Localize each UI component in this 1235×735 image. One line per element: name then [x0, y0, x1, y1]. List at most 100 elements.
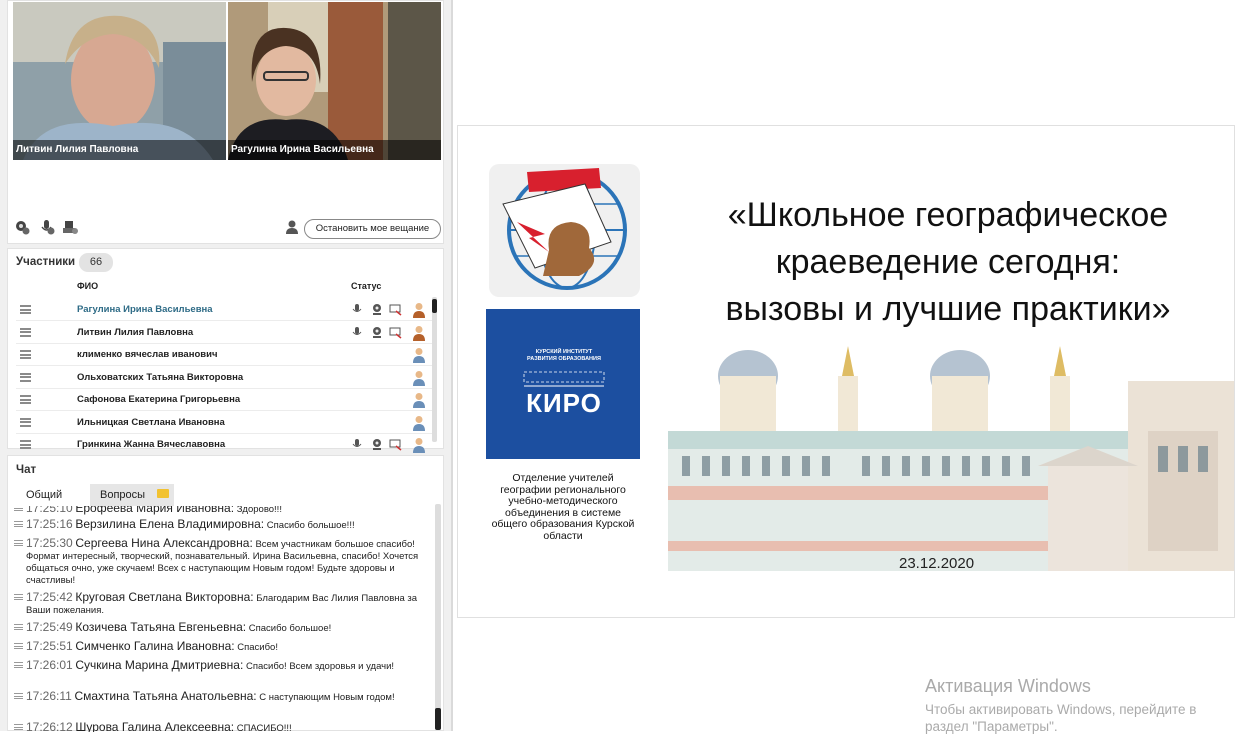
row-menu-icon[interactable]: [20, 305, 31, 314]
windows-activation-text: Чтобы активировать Windows, перейдите в …: [925, 702, 1197, 734]
participant-row[interactable]: Гринкина Жанна Вячеславовна: [16, 434, 434, 456]
column-header-name: ФИО: [77, 281, 99, 291]
participant-name: Рагулина Ирина Васильевна: [77, 304, 213, 315]
mic-status-icon: [352, 439, 362, 447]
video-tile-1[interactable]: Литвин Лилия Павловна: [13, 2, 226, 160]
panel-divider[interactable]: [451, 0, 453, 731]
chat-scrollbar[interactable]: [435, 504, 441, 730]
message-text: Спасибо!: [237, 642, 278, 653]
microphone-icon[interactable]: [39, 219, 55, 235]
message-time: 17:25:51: [26, 639, 73, 653]
participant-row[interactable]: клименко вячеслав иванович: [16, 344, 434, 366]
chat-message: 17:25:30 Сергеева Нина Александровна: Вс…: [14, 537, 433, 587]
message-time: 17:25:49: [26, 620, 73, 634]
video-panel: Литвин Лилия Павловна Рагулина Ирина Вас…: [7, 0, 444, 244]
message-menu-icon[interactable]: [14, 521, 23, 527]
participant-name: Ольховатских Татьяна Викторовна: [77, 371, 244, 383]
chat-title: Чат: [16, 464, 37, 476]
mail-icon: [157, 489, 169, 498]
participant-row[interactable]: Ильницкая Светлана Ивановна: [16, 412, 434, 434]
slide-date: 23.12.2020: [899, 555, 975, 572]
chat-message: 17:25:49 Козичева Татьяна Евгеньевна: Сп…: [14, 621, 433, 635]
user-role-icon: [413, 303, 425, 318]
geography-association-logo: [489, 164, 640, 297]
user-role-icon: [413, 393, 425, 408]
message-author: Смахтина Татьяна Анатольевна:: [74, 689, 257, 703]
row-menu-icon[interactable]: [20, 440, 31, 449]
slide-title-line-3: вызовы и лучшие практики»: [725, 290, 1171, 328]
screen-status-icon: [389, 439, 402, 451]
message-author: Круговая Светлана Викторовна:: [75, 590, 254, 604]
user-role-icon: [413, 370, 425, 386]
message-menu-icon[interactable]: [14, 724, 23, 730]
message-text: Спасибо большое!!!: [266, 520, 355, 531]
participant-name: клименко вячеслав иванович: [77, 349, 218, 360]
message-menu-icon[interactable]: [14, 540, 23, 546]
user-role-icon: [413, 325, 425, 341]
chat-messages: 17:25:10 Ерофеева Мария Ивановна: Здоров…: [8, 506, 433, 732]
participants-title: Участники: [16, 256, 76, 268]
participant-row[interactable]: Ольховатских Татьяна Викторовна: [16, 367, 434, 389]
row-menu-icon[interactable]: [20, 327, 31, 337]
participants-scrollbar[interactable]: [432, 297, 437, 442]
chat-message: 17:25:51 Симченко Галина Ивановна: Спаси…: [14, 640, 433, 654]
chat-panel: Чат Общий Вопросы 17:25:10 Ерофеева Мари…: [7, 455, 444, 732]
chat-message: 17:25:16 Верзилина Елена Владимировна: С…: [14, 518, 433, 532]
tab-general[interactable]: Общий: [16, 484, 84, 506]
message-menu-icon[interactable]: [14, 594, 23, 600]
user-role-icon: [413, 348, 425, 363]
message-author: Козичева Татьяна Евгеньевна:: [75, 620, 247, 634]
participant-name: Ильницкая Светлана Ивановна: [77, 416, 225, 428]
row-menu-icon[interactable]: [20, 417, 31, 427]
message-menu-icon[interactable]: [14, 662, 23, 668]
message-menu-icon[interactable]: [14, 506, 23, 511]
webcam-icon[interactable]: [14, 219, 30, 235]
left-panel: Литвин Лилия Павловна Рагулина Ирина Вас…: [0, 0, 451, 732]
column-header-status: Статус: [351, 281, 382, 291]
participant-row[interactable]: Сафонова Екатерина Григорьевна: [16, 389, 434, 411]
stop-broadcast-button[interactable]: Остановить мое вещание: [304, 219, 441, 239]
windows-activation-title: Активация Windows: [925, 676, 1091, 696]
video-tile-2[interactable]: Рагулина Ирина Васильевна: [228, 2, 441, 160]
video-name-2: Рагулина Ирина Васильевна: [228, 140, 441, 160]
message-time: 17:26:11: [26, 689, 72, 703]
message-text: Спасибо! Всем здоровья и удачи!: [245, 661, 395, 672]
chat-message: 17:26:11 Смахтина Татьяна Анатольевна: С…: [14, 690, 433, 704]
message-time: 17:26:12: [26, 720, 73, 732]
video-feed-1: [13, 2, 226, 160]
slide-title-line-1: «Школьное географическое: [727, 196, 1169, 234]
participant-row[interactable]: Рагулина Ирина Васильевна: [16, 299, 434, 321]
message-time: 17:25:30: [26, 536, 73, 550]
message-time: 17:25:16: [26, 517, 73, 531]
presentation-slide: КУРСКИЙ ИНСТИТУТ РАЗВИТИЯ ОБРАЗОВАНИЯ КИ…: [457, 125, 1235, 618]
row-menu-icon[interactable]: [20, 395, 31, 404]
city-buildings-illustration: [668, 346, 1234, 571]
chat-message: 17:26:01 Сучкина Марина Дмитриевна: Спас…: [14, 659, 433, 673]
mic-status-icon: [352, 326, 362, 335]
message-menu-icon[interactable]: [14, 643, 23, 649]
message-author: Ерофеева Мария Ивановна:: [75, 506, 235, 515]
message-menu-icon[interactable]: [14, 624, 23, 630]
chat-message: 17:25:10 Ерофеева Мария Ивановна: Здоров…: [14, 506, 433, 516]
user-icon: [286, 220, 298, 234]
chat-message: 17:26:12 Шурова Галина Алексеевна: СПАСИ…: [14, 721, 433, 732]
message-text: Здорово!!!: [236, 506, 282, 515]
speaker-icon[interactable]: [62, 219, 78, 235]
message-text: Спасибо большое!: [248, 623, 332, 634]
screen-status-icon: [389, 304, 402, 316]
user-role-icon: [413, 438, 425, 453]
message-author: Верзилина Елена Владимировна:: [75, 517, 265, 531]
participants-count-badge: 66: [79, 253, 113, 272]
row-menu-icon[interactable]: [20, 350, 31, 359]
message-author: Сучкина Марина Дмитриевна:: [75, 658, 244, 672]
message-author: Шурова Галина Алексеевна:: [75, 720, 235, 732]
message-author: Симченко Галина Ивановна:: [75, 639, 235, 653]
slide-title: «Школьное географическое краеведение сег…: [674, 192, 1222, 333]
message-menu-icon[interactable]: [14, 693, 23, 699]
participants-panel: Участники 66 ФИО Статус Рагулина Ирина В…: [7, 248, 444, 456]
mic-status-icon: [352, 304, 362, 312]
message-time: 17:26:01: [26, 658, 73, 672]
screen-status-icon: [389, 327, 402, 339]
participant-row[interactable]: Литвин Лилия Павловна: [16, 322, 434, 344]
row-menu-icon[interactable]: [20, 372, 31, 382]
